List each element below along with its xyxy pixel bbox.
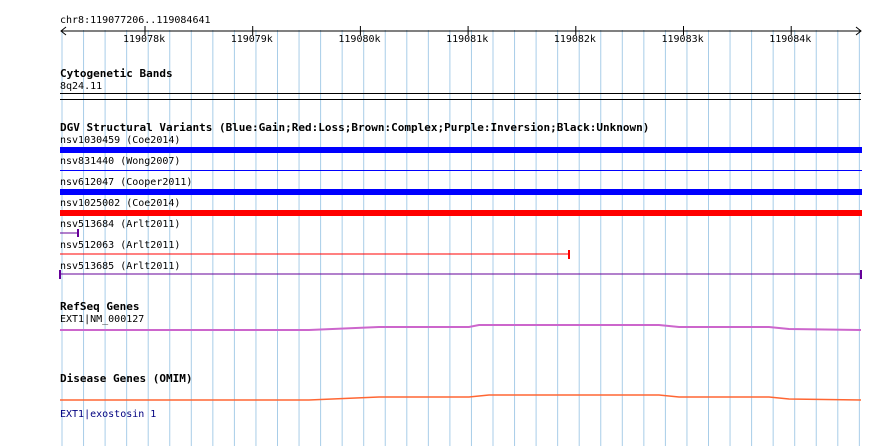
variant-bar-gain[interactable] bbox=[60, 189, 862, 195]
dgv-track-title: DGV Structural Variants (Blue:Gain;Red:L… bbox=[60, 121, 650, 134]
cytoband-bar[interactable] bbox=[60, 93, 861, 100]
omim-track-title: Disease Genes (OMIM) bbox=[60, 372, 193, 385]
ruler-tick-label: 119080k bbox=[338, 34, 381, 45]
ruler-tick-label: 119081k bbox=[446, 34, 489, 45]
ruler-tick-label: 119079k bbox=[230, 34, 273, 45]
variant-bar-loss[interactable] bbox=[59, 250, 573, 259]
variant-label[interactable]: nsv831440 (Wong2007) bbox=[60, 156, 180, 168]
variant-label[interactable]: nsv612047 (Cooper2011) bbox=[60, 177, 192, 189]
variant-bar-gain[interactable] bbox=[60, 147, 862, 153]
variant-label[interactable]: nsv1025002 (Coe2014) bbox=[60, 198, 180, 210]
ruler-tick-label: 119078k bbox=[123, 34, 166, 45]
variant-label[interactable]: nsv1030459 (Coe2014) bbox=[60, 135, 180, 147]
ruler-tick-label: 119083k bbox=[661, 34, 704, 45]
ruler-tick-label: 119084k bbox=[769, 34, 812, 45]
refseq-gene-model[interactable] bbox=[59, 322, 865, 334]
cytoband-label[interactable]: 8q24.11 bbox=[60, 81, 102, 93]
omim-gene-model[interactable] bbox=[59, 392, 865, 404]
variant-bar-gain[interactable] bbox=[60, 170, 862, 171]
refseq-track-title: RefSeq Genes bbox=[60, 300, 140, 313]
variant-bar-inversion[interactable] bbox=[59, 229, 81, 237]
omim-gene-label[interactable]: EXT1|exostosin 1 bbox=[60, 409, 156, 421]
ruler-tick-label: 119082k bbox=[553, 34, 596, 45]
variant-bar-inversion[interactable] bbox=[59, 270, 865, 279]
cytoband-track-title: Cytogenetic Bands bbox=[60, 67, 173, 80]
variant-bar-loss[interactable] bbox=[60, 210, 862, 216]
